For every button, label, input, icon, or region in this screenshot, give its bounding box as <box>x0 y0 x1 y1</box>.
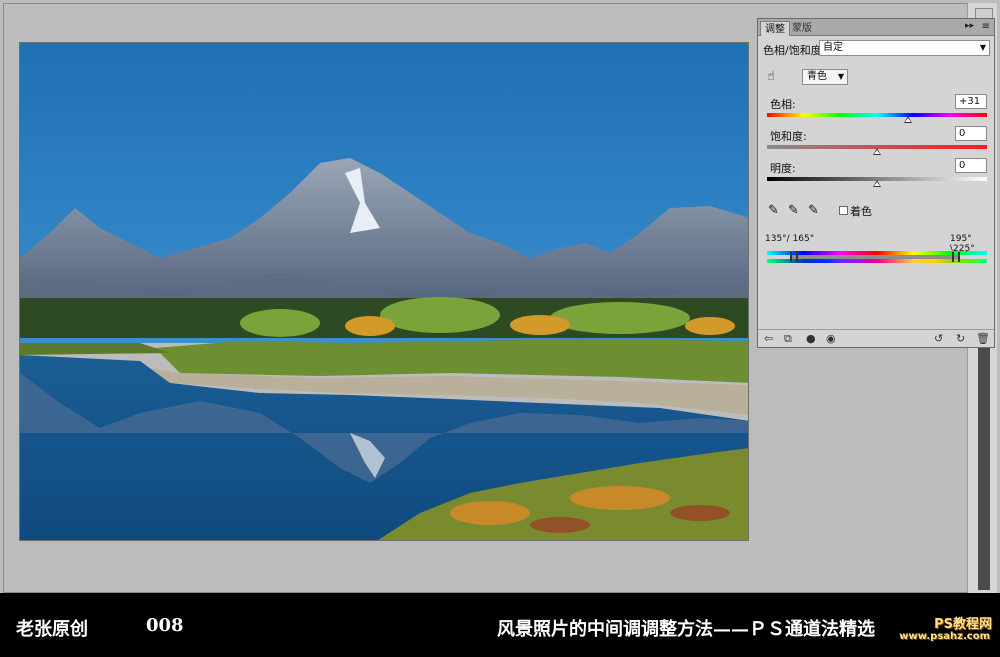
targeted-adjustment-hand-icon[interactable]: ☝ <box>767 69 775 84</box>
caption-number: 008 <box>146 615 184 636</box>
range-handle-right-outer[interactable] <box>958 252 960 262</box>
panel-tab-bar: 调整 蒙版 ▸▸ ≡ <box>758 19 994 36</box>
adjustments-panel: 调整 蒙版 ▸▸ ≡ 色相/饱和度 自定 ▼ ☝ 青色 ▼ 色相: +31 饱和… <box>757 18 995 348</box>
watermark-url: www.psahz.com <box>899 631 990 642</box>
panel-menu-icon[interactable]: ≡ <box>982 21 990 32</box>
caption-author: 老张原创 <box>16 619 88 640</box>
range-handle-right-inner[interactable] <box>952 252 954 262</box>
lightness-input[interactable]: 0 <box>955 158 987 173</box>
view-previous-icon[interactable]: ↺ <box>934 332 943 345</box>
chevron-down-icon: ▼ <box>979 43 986 52</box>
layer-mask-icon[interactable]: ● <box>806 332 816 345</box>
eyedropper-icon[interactable]: ✎ <box>768 203 779 218</box>
lightness-slider-thumb[interactable] <box>873 180 881 187</box>
preset-dropdown[interactable]: 自定 ▼ <box>819 40 990 56</box>
reset-icon[interactable]: ↻ <box>956 332 965 345</box>
document-canvas[interactable] <box>19 42 749 541</box>
caption-title: 风景照片的中间调调整方法——ＰＳ通道法精选 <box>497 619 875 640</box>
trash-icon[interactable]: 🗑 <box>976 332 990 345</box>
tab-masks[interactable]: 蒙版 <box>788 21 816 36</box>
range-handle-left-inner[interactable] <box>796 252 798 262</box>
caption-bar: 老张原创 008 风景照片的中间调调整方法——ＰＳ通道法精选 PS教程网 www… <box>0 593 1000 657</box>
hue-label: 色相: <box>770 98 796 111</box>
back-arrow-icon[interactable]: ⇦ <box>764 332 773 345</box>
clip-layer-icon[interactable]: ⧉ <box>784 332 792 346</box>
eyedropper-subtract-icon[interactable]: ✎ <box>808 203 819 218</box>
preset-value: 自定 <box>823 42 843 53</box>
panel-expand-icon[interactable]: ▸▸ <box>965 21 974 31</box>
visibility-eye-icon[interactable]: ◉ <box>826 332 836 345</box>
range-left-readout: 135°/ 165° <box>765 234 815 244</box>
result-color-bar <box>767 259 987 263</box>
landscape-photo <box>20 43 748 540</box>
adjustment-name-label: 色相/饱和度 <box>763 44 822 57</box>
panel-footer-toolbar: ⇦ ⧉ ● ◉ ↺ ↻ 🗑 <box>758 329 994 347</box>
channel-value: 青色 <box>807 71 827 82</box>
saturation-label: 饱和度: <box>770 130 807 143</box>
hue-slider-track[interactable] <box>767 113 987 117</box>
range-handle-left-outer[interactable] <box>790 252 792 262</box>
hue-slider-thumb[interactable] <box>903 116 912 123</box>
eyedropper-add-icon[interactable]: ✎ <box>788 203 799 218</box>
saturation-input[interactable]: 0 <box>955 126 987 141</box>
hue-input[interactable]: +31 <box>955 94 987 109</box>
tab-adjustments[interactable]: 调整 <box>760 21 790 36</box>
lightness-label: 明度: <box>770 162 796 175</box>
colorize-checkbox[interactable] <box>839 206 848 215</box>
colorize-label: 着色 <box>850 205 872 218</box>
watermark-logo: PS教程网 <box>934 617 992 632</box>
saturation-slider-thumb[interactable] <box>873 148 881 155</box>
chevron-down-icon: ▼ <box>837 72 844 81</box>
channel-dropdown[interactable]: 青色 ▼ <box>802 69 848 85</box>
